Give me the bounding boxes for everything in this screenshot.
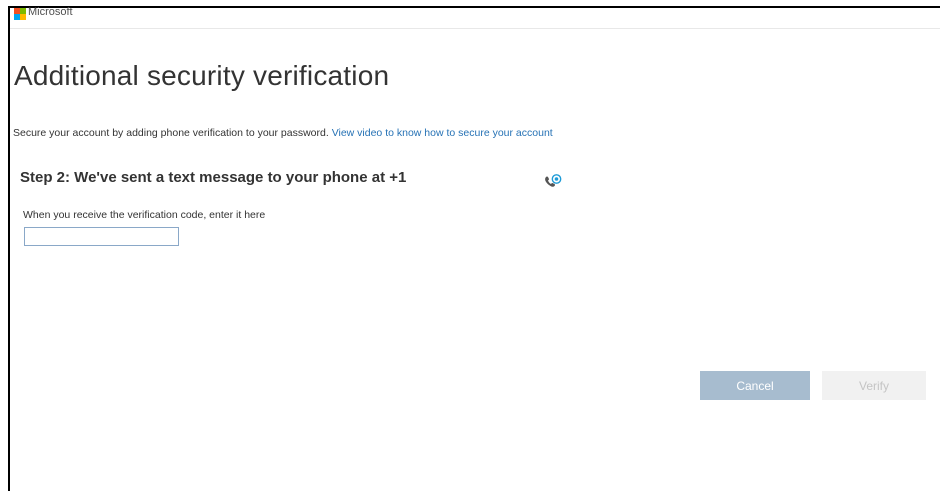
brand-name: Microsoft xyxy=(28,6,73,18)
top-bar: Microsoft xyxy=(10,6,940,29)
page-title: Additional security verification xyxy=(14,60,390,91)
microsoft-logo-icon xyxy=(14,8,26,20)
phone-call-icon xyxy=(545,174,562,187)
verification-code-input[interactable] xyxy=(24,227,179,246)
intro-text: Secure your account by adding phone veri… xyxy=(13,127,553,139)
step-heading: Step 2: We've sent a text message to you… xyxy=(20,169,407,186)
cancel-button[interactable]: Cancel xyxy=(700,371,810,400)
intro-description: Secure your account by adding phone veri… xyxy=(13,127,332,139)
logo-yellow-square xyxy=(20,14,26,20)
view-video-link[interactable]: View video to know how to secure your ac… xyxy=(332,127,553,139)
verification-hint: When you receive the verification code, … xyxy=(23,209,266,221)
verify-button[interactable]: Verify xyxy=(822,371,926,400)
